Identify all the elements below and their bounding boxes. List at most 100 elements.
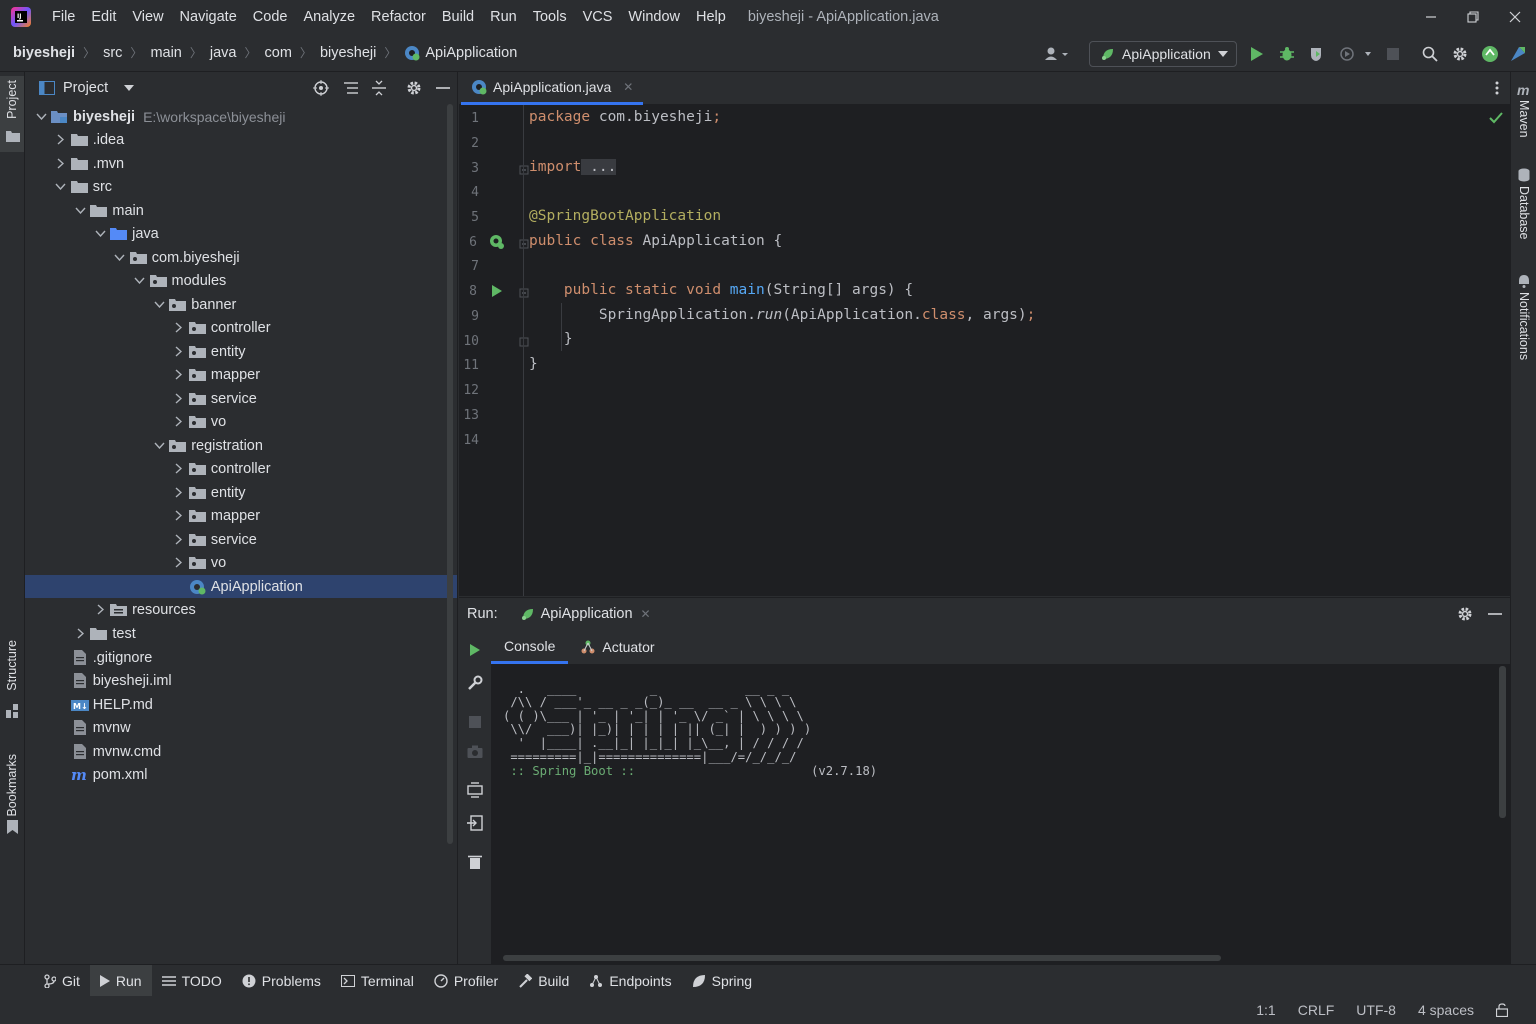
tree-item[interactable]: controller xyxy=(171,457,271,480)
code-editor[interactable]: 1 2 3 4 5 6 7 8 9 10 11 12 13 14 package… xyxy=(459,105,1510,596)
run-icon[interactable] xyxy=(1247,44,1267,64)
tree-item[interactable]: vo xyxy=(171,551,226,574)
menu-window[interactable]: Window xyxy=(620,0,688,34)
chevron-down-icon[interactable] xyxy=(132,277,148,284)
breadcrumb-biyesheji[interactable]: biyesheji xyxy=(320,45,376,61)
tree-item[interactable]: mvnw.cmd xyxy=(53,740,161,763)
breadcrumb-project[interactable]: biyesheji xyxy=(13,45,75,61)
tool-profiler[interactable]: Profiler xyxy=(424,965,508,997)
profiler-run-icon[interactable] xyxy=(1337,44,1375,64)
run-configuration-selector[interactable]: ApiApplication xyxy=(1089,41,1237,67)
tree-item[interactable]: service xyxy=(171,528,257,551)
run-settings-icon[interactable] xyxy=(1455,604,1475,624)
camera-icon[interactable] xyxy=(465,742,485,762)
chevron-right-icon[interactable] xyxy=(171,393,187,404)
chevron-right-icon[interactable] xyxy=(171,463,187,474)
tree-item[interactable]: mapper xyxy=(171,504,260,527)
caret-position[interactable]: 1:1 xyxy=(1256,1002,1275,1018)
tree-item[interactable]: M↓ HELP.md xyxy=(53,693,153,716)
menu-vcs[interactable]: VCS xyxy=(575,0,621,34)
hide-run-panel-icon[interactable] xyxy=(1485,604,1505,624)
coverage-icon[interactable] xyxy=(1306,44,1326,64)
tab-apiapplication[interactable]: ApiApplication.java ✕ xyxy=(461,72,644,105)
settings-gear-icon[interactable] xyxy=(1450,44,1470,64)
tree-item[interactable]: biyesheji E:\workspace\biyesheji xyxy=(33,105,285,128)
tree-item[interactable]: .gitignore xyxy=(53,646,152,669)
line-separator[interactable]: CRLF xyxy=(1298,1002,1335,1018)
menu-code[interactable]: Code xyxy=(245,0,296,34)
more-options-icon[interactable] xyxy=(1487,78,1507,98)
tool-build[interactable]: Build xyxy=(508,965,579,997)
menu-build[interactable]: Build xyxy=(434,0,482,34)
close-run-tab-icon[interactable]: ✕ xyxy=(641,607,651,621)
wrench-icon[interactable] xyxy=(465,673,485,693)
breadcrumb-class[interactable]: ApiApplication xyxy=(425,45,517,61)
breadcrumb-main[interactable]: main xyxy=(150,45,181,61)
tree-item[interactable]: registration xyxy=(151,434,263,457)
menu-edit[interactable]: Edit xyxy=(83,0,124,34)
tree-item[interactable]: service xyxy=(171,387,257,410)
chevron-right-icon[interactable] xyxy=(171,534,187,545)
tree-item[interactable]: .idea xyxy=(53,128,124,151)
debug-icon[interactable] xyxy=(1277,44,1297,64)
chevron-down-icon[interactable] xyxy=(151,301,167,308)
breadcrumb-com[interactable]: com xyxy=(265,45,292,61)
exit-icon[interactable] xyxy=(465,813,485,833)
chevron-down-icon[interactable] xyxy=(92,230,108,237)
tree-item[interactable]: com.biyesheji xyxy=(112,246,240,269)
tree-item[interactable]: m pom.xml xyxy=(53,763,148,786)
user-icon[interactable] xyxy=(1042,44,1072,64)
maven-strip-label[interactable]: Maven xyxy=(1517,100,1531,138)
intellij-logo-icon[interactable]: IJ xyxy=(10,6,32,28)
chevron-right-icon[interactable] xyxy=(171,557,187,568)
tool-run[interactable]: Run xyxy=(89,964,152,997)
close-window-icon[interactable] xyxy=(1494,0,1536,34)
tree-item[interactable]: vo xyxy=(171,410,226,433)
chevron-right-icon[interactable] xyxy=(53,134,69,145)
panel-settings-icon[interactable] xyxy=(404,78,424,98)
restore-layout-icon[interactable] xyxy=(465,780,485,800)
chevron-down-icon[interactable] xyxy=(33,113,49,120)
tree-item[interactable]: modules xyxy=(132,269,226,292)
stop-icon[interactable] xyxy=(1383,44,1403,64)
tree-item[interactable]: entity xyxy=(171,481,246,504)
tree-item[interactable]: test xyxy=(72,622,136,645)
structure-strip-label[interactable]: Structure xyxy=(5,640,19,691)
chevron-down-icon[interactable] xyxy=(151,442,167,449)
chevron-down-icon[interactable] xyxy=(53,183,69,190)
breadcrumb-src[interactable]: src xyxy=(103,45,122,61)
breadcrumb-java[interactable]: java xyxy=(210,45,237,61)
tool-todo[interactable]: TODO xyxy=(152,965,232,997)
tree-item[interactable]: java xyxy=(92,222,159,245)
lock-icon[interactable] xyxy=(1496,1003,1508,1017)
chevron-right-icon[interactable] xyxy=(171,322,187,333)
indent-setting[interactable]: 4 spaces xyxy=(1418,1002,1474,1018)
chevron-right-icon[interactable] xyxy=(171,369,187,380)
menu-refactor[interactable]: Refactor xyxy=(363,0,434,34)
tree-item[interactable]: main xyxy=(72,199,144,222)
bookmarks-strip-label[interactable]: Bookmarks xyxy=(5,754,19,817)
chevron-right-icon[interactable] xyxy=(171,416,187,427)
menu-file[interactable]: File xyxy=(44,0,83,34)
database-strip-label[interactable]: Database xyxy=(1517,186,1531,240)
chevron-down-icon[interactable] xyxy=(112,254,128,261)
tree-item[interactable]: mvnw xyxy=(53,716,131,739)
menu-run[interactable]: Run xyxy=(482,0,525,34)
restore-icon[interactable] xyxy=(1452,0,1494,34)
menu-navigate[interactable]: Navigate xyxy=(172,0,245,34)
search-icon[interactable] xyxy=(1420,44,1440,64)
hide-panel-icon[interactable] xyxy=(433,78,453,98)
menu-view[interactable]: View xyxy=(124,0,171,34)
chevron-down-icon[interactable] xyxy=(124,85,135,91)
plugin-icon[interactable] xyxy=(1508,44,1528,64)
menu-analyze[interactable]: Analyze xyxy=(295,0,363,34)
tool-endpoints[interactable]: Endpoints xyxy=(579,965,681,997)
console-vertical-scrollbar[interactable] xyxy=(1499,666,1506,818)
collapse-all-icon[interactable] xyxy=(369,78,389,98)
tree-item[interactable]: .mvn xyxy=(53,152,124,175)
tool-git[interactable]: Git xyxy=(34,965,90,997)
chevron-right-icon[interactable] xyxy=(72,628,88,639)
tab-actuator[interactable]: Actuator xyxy=(568,630,666,664)
locate-icon[interactable] xyxy=(311,78,331,98)
tree-item[interactable]: banner xyxy=(151,293,236,316)
